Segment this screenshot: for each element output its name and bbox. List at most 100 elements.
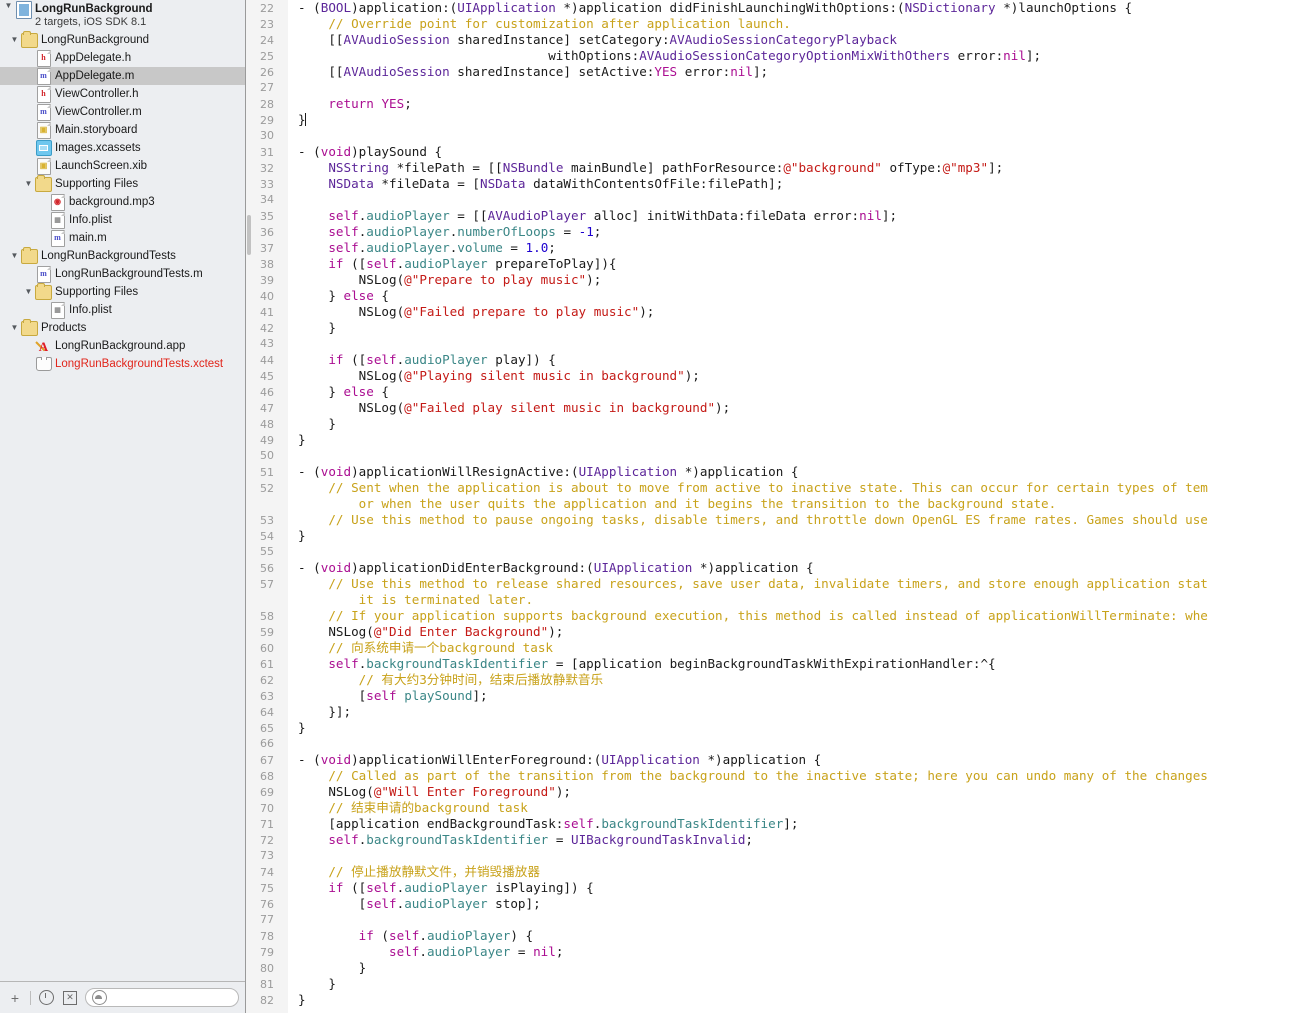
code-line-text[interactable]: self.audioPlayer = [[AVAudioPlayer alloc…: [288, 208, 1304, 224]
navigator-item-appdelegate-h[interactable]: h AppDelegate.h: [0, 49, 245, 67]
code-line-text[interactable]: }];: [288, 704, 1304, 720]
navigator-item-main-m[interactable]: m main.m: [0, 229, 245, 247]
code-line-text[interactable]: }: [288, 320, 1304, 336]
code-line-text[interactable]: or when the user quits the application a…: [288, 496, 1304, 512]
code-token-pr: numberOfLoops: [457, 224, 556, 239]
code-token-ty: AVAudioSession: [343, 32, 450, 47]
code-line-text[interactable]: self.audioPlayer = nil;: [288, 944, 1304, 960]
disclosure-triangle-icon[interactable]: [2, 2, 15, 10]
code-line-text[interactable]: // Use this method to release shared res…: [288, 576, 1304, 592]
code-line-text[interactable]: } else {: [288, 288, 1304, 304]
navigator-item-info-plist[interactable]: ▦ Info.plist: [0, 301, 245, 319]
code-line: 25 withOptions:AVAudioSessionCategoryOpt…: [246, 48, 1304, 64]
code-line-text[interactable]: [self.audioPlayer stop];: [288, 896, 1304, 912]
navigator-item-supporting-files[interactable]: Supporting Files: [0, 174, 245, 193]
code-token-pl: ];: [783, 816, 799, 831]
code-line-text[interactable]: if ([self.audioPlayer play]) {: [288, 352, 1304, 368]
code-token-pl: {: [373, 288, 390, 303]
code-line-text[interactable]: if ([self.audioPlayer isPlaying]) {: [288, 880, 1304, 896]
code-line-text[interactable]: return YES;: [288, 96, 1304, 112]
code-line-text[interactable]: // 结束申请的background task: [288, 800, 1304, 816]
navigator-item-longrunbackground[interactable]: LongRunBackground: [0, 30, 245, 49]
split-view-divider-grip[interactable]: [247, 215, 251, 255]
code-line-text[interactable]: // If your application supports backgrou…: [288, 608, 1304, 624]
code-line-text[interactable]: } else {: [288, 384, 1304, 400]
project-root-row[interactable]: LongRunBackground2 targets, iOS SDK 8.1: [0, 1, 245, 31]
code-line-text[interactable]: // 停止播放静默文件，并销毁播放器: [288, 864, 1304, 880]
code-line-text[interactable]: - (void)playSound {: [288, 144, 1304, 160]
navigator-item-viewcontroller-h[interactable]: h ViewController.h: [0, 85, 245, 103]
code-line-text[interactable]: - (void)applicationWillResignActive:(UIA…: [288, 464, 1304, 480]
code-token-pl: );: [715, 400, 731, 415]
navigator-item-launchscreen-xib[interactable]: ▣ LaunchScreen.xib: [0, 157, 245, 175]
recent-files-icon[interactable]: [37, 989, 55, 1007]
navigator-filter-field[interactable]: [85, 988, 239, 1007]
code-line-text[interactable]: self.backgroundTaskIdentifier = UIBackgr…: [288, 832, 1304, 848]
code-line-text[interactable]: }: [288, 976, 1304, 992]
navigator-item-longrunbackground-app[interactable]: A LongRunBackground.app: [0, 337, 245, 355]
code-content[interactable]: 22- (BOOL)application:(UIApplication *)a…: [246, 0, 1304, 1013]
line-number: 73: [260, 849, 274, 862]
code-line-text[interactable]: - (void)applicationDidEnterBackground:(U…: [288, 560, 1304, 576]
code-line-text[interactable]: // Override point for customization afte…: [288, 16, 1304, 32]
source-control-filter-icon[interactable]: ✕: [61, 989, 79, 1007]
disclosure-triangle-icon[interactable]: [8, 36, 21, 44]
navigator-item-longrunbackgroundtests-xctest[interactable]: LongRunBackgroundTests.xctest: [0, 355, 245, 373]
disclosure-triangle-icon[interactable]: [8, 324, 21, 332]
code-line-text[interactable]: }: [288, 432, 1304, 448]
code-line-text[interactable]: self.audioPlayer.numberOfLoops = -1;: [288, 224, 1304, 240]
code-line-text[interactable]: }: [288, 960, 1304, 976]
code-line-text[interactable]: self.audioPlayer.volume = 1.0;: [288, 240, 1304, 256]
code-line-text[interactable]: - (BOOL)application:(UIApplication *)app…: [288, 0, 1304, 16]
code-line-text[interactable]: // 有大约3分钟时间，结束后播放静默音乐: [288, 672, 1304, 688]
code-line-text[interactable]: // Called as part of the transition from…: [288, 768, 1304, 784]
navigator-item-longrunbackgroundtests[interactable]: LongRunBackgroundTests: [0, 246, 245, 265]
code-line-text[interactable]: - (void)applicationWillEnterForeground:(…: [288, 752, 1304, 768]
navigator-item-background-mp3[interactable]: ◉ background.mp3: [0, 193, 245, 211]
code-line-text[interactable]: NSLog(@"Did Enter Background");: [288, 624, 1304, 640]
code-line-text[interactable]: self.backgroundTaskIdentifier = [applica…: [288, 656, 1304, 672]
navigator-item-images-xcassets[interactable]: Images.xcassets: [0, 139, 245, 157]
code-line-text[interactable]: }: [288, 992, 1304, 1008]
code-line-text[interactable]: [self playSound];: [288, 688, 1304, 704]
code-line-text[interactable]: [[AVAudioSession sharedInstance] setActi…: [288, 64, 1304, 80]
code-line-text[interactable]: [[AVAudioSession sharedInstance] setCate…: [288, 32, 1304, 48]
code-line-text[interactable]: }: [288, 528, 1304, 544]
disclosure-triangle-icon[interactable]: [22, 288, 35, 296]
project-navigator-tree[interactable]: LongRunBackground2 targets, iOS SDK 8.1L…: [0, 0, 245, 981]
source-code-editor[interactable]: 22- (BOOL)application:(UIApplication *)a…: [246, 0, 1304, 1013]
disclosure-triangle-icon[interactable]: [8, 252, 21, 260]
add-item-button[interactable]: +: [6, 989, 24, 1007]
code-token-pl: ];: [988, 160, 1004, 175]
code-line: 34: [246, 192, 1304, 208]
code-line-text[interactable]: NSLog(@"Prepare to play music");: [288, 272, 1304, 288]
code-line-text[interactable]: NSLog(@"Failed prepare to play music");: [288, 304, 1304, 320]
code-line-text[interactable]: [application endBackgroundTask:self.back…: [288, 816, 1304, 832]
code-line-text[interactable]: }: [288, 720, 1304, 736]
code-line-text[interactable]: it is terminated later.: [288, 592, 1304, 608]
navigator-item-longrunbackgroundtests-m[interactable]: m LongRunBackgroundTests.m: [0, 265, 245, 283]
code-line-text[interactable]: }: [288, 416, 1304, 432]
navigator-item-main-storyboard[interactable]: ▣ Main.storyboard: [0, 121, 245, 139]
code-line-text[interactable]: NSLog(@"Will Enter Foreground");: [288, 784, 1304, 800]
code-line-text[interactable]: NSLog(@"Failed play silent music in back…: [288, 400, 1304, 416]
code-line-text[interactable]: if (self.audioPlayer) {: [288, 928, 1304, 944]
navigator-item-appdelegate-m[interactable]: m AppDelegate.m: [0, 67, 245, 85]
code-line-text[interactable]: withOptions:AVAudioSessionCategoryOption…: [288, 48, 1304, 64]
navigator-item-info-plist[interactable]: ▦ Info.plist: [0, 211, 245, 229]
code-line-text[interactable]: NSLog(@"Playing silent music in backgrou…: [288, 368, 1304, 384]
code-line-text[interactable]: // Use this method to pause ongoing task…: [288, 512, 1304, 528]
disclosure-triangle-icon[interactable]: [22, 180, 35, 188]
code-line-text[interactable]: // 向系统申请一个background task: [288, 640, 1304, 656]
code-line-text[interactable]: if ([self.audioPlayer prepareToPlay]){: [288, 256, 1304, 272]
navigator-item-viewcontroller-m[interactable]: m ViewController.m: [0, 103, 245, 121]
code-line-text[interactable]: }: [288, 112, 1304, 128]
navigator-item-supporting-files[interactable]: Supporting Files: [0, 282, 245, 301]
code-line-text[interactable]: // Sent when the application is about to…: [288, 480, 1304, 496]
code-token-pl: }: [298, 960, 367, 975]
code-token-k: self: [563, 816, 594, 831]
code-token-pl: }: [298, 720, 306, 735]
code-line-text[interactable]: NSData *fileData = [NSData dataWithConte…: [288, 176, 1304, 192]
navigator-item-products[interactable]: Products: [0, 318, 245, 337]
code-line-text[interactable]: NSString *filePath = [[NSBundle mainBund…: [288, 160, 1304, 176]
